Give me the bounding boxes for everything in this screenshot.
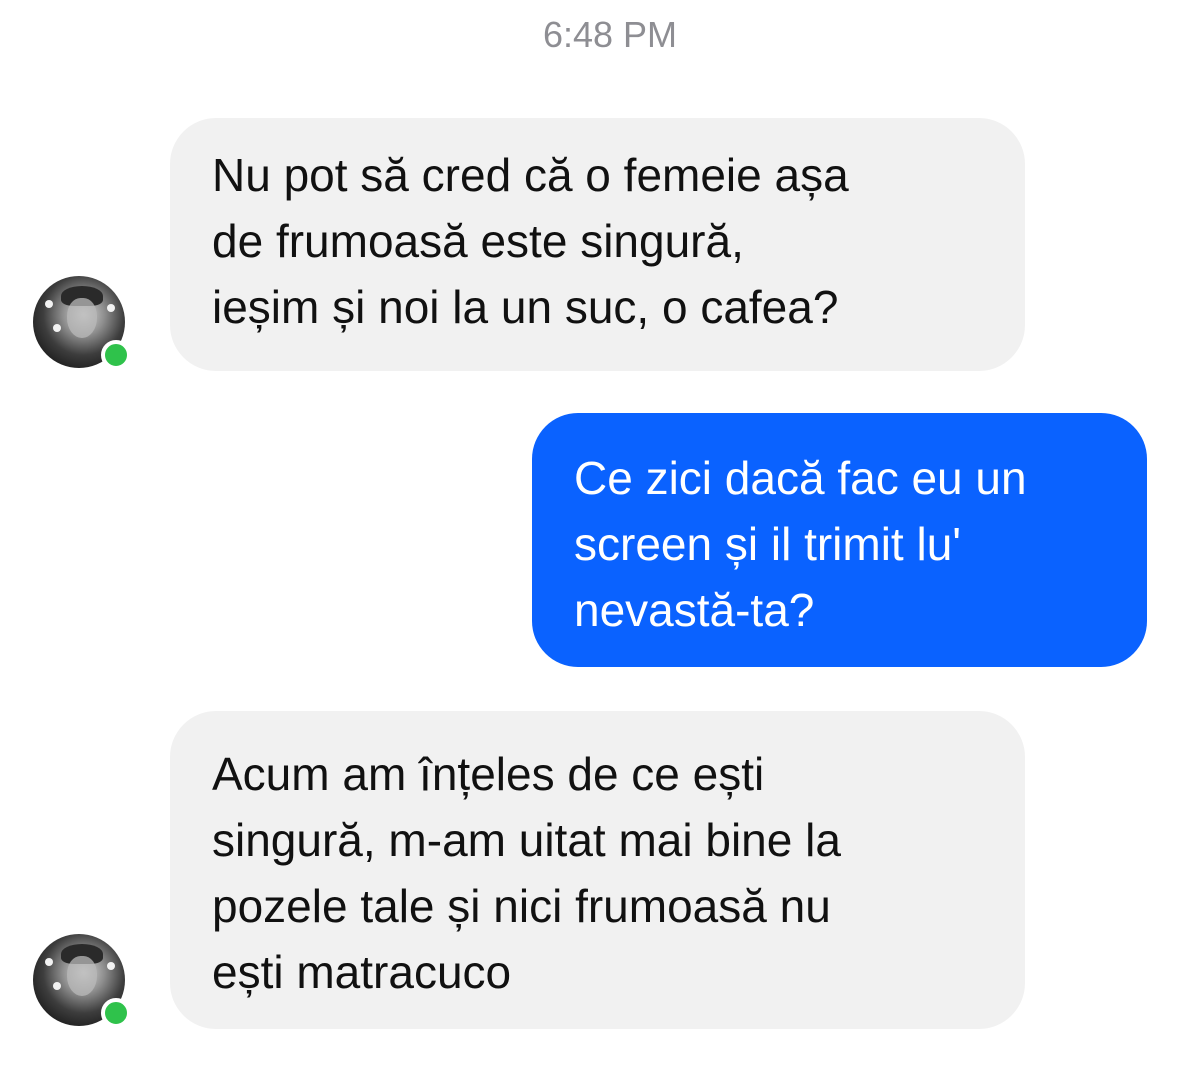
online-status-icon	[101, 340, 131, 370]
contact-avatar-icon[interactable]	[33, 934, 131, 1028]
avatar-face	[67, 956, 97, 996]
message-text-line: ești matracuco	[212, 946, 512, 998]
avatar-light-spot	[107, 304, 115, 312]
message-text-line: Nu pot să cred că o femeie așa	[212, 149, 849, 201]
message-text-line: singură, m-am uitat mai bine la	[212, 814, 841, 866]
message-text-line: ieșim și noi la un suc, o cafea?	[212, 281, 839, 333]
message-text-line: pozele tale și nici frumoasă nu	[212, 880, 831, 932]
message-text-line: screen și il trimit lu'	[574, 518, 962, 570]
avatar-light-spot	[107, 962, 115, 970]
online-status-icon	[101, 998, 131, 1028]
message-text-line: Ce zici dacă fac eu un	[574, 452, 1027, 504]
incoming-message-bubble[interactable]: Acum am înțeles de ce ești singură, m-am…	[170, 711, 1025, 1029]
avatar-light-spot	[45, 300, 53, 308]
avatar-light-spot	[45, 958, 53, 966]
avatar-light-spot	[53, 324, 61, 332]
message-timestamp: 6:48 PM	[542, 14, 678, 55]
incoming-message-bubble[interactable]: Nu pot să cred că o femeie așa de frumoa…	[170, 118, 1025, 371]
message-text-line: Acum am înțeles de ce ești	[212, 748, 765, 800]
outgoing-message-bubble[interactable]: Ce zici dacă fac eu un screen și il trim…	[532, 413, 1147, 667]
message-text-line: nevastă-ta?	[574, 584, 815, 636]
message-text-line: de frumoasă este singură,	[212, 215, 744, 267]
avatar-face	[67, 298, 97, 338]
contact-avatar-icon[interactable]	[33, 276, 131, 370]
avatar-light-spot	[53, 982, 61, 990]
